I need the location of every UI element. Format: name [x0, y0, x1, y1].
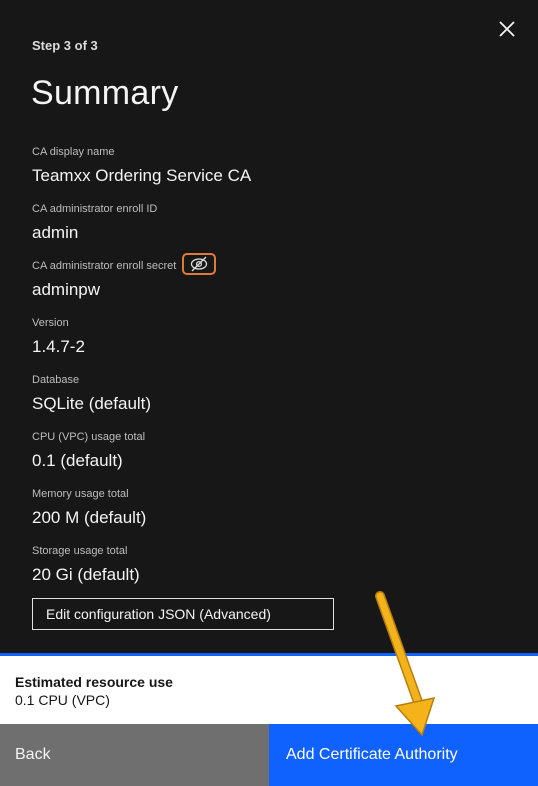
field-memory: Memory usage total 200 M (default) — [32, 487, 492, 544]
field-version: Version 1.4.7-2 — [32, 316, 492, 373]
field-label: Version — [32, 316, 69, 329]
field-enroll-secret: CA administrator enroll secret adminpw — [32, 253, 492, 316]
field-value: 200 M (default) — [32, 508, 147, 527]
field-label: Database — [32, 373, 80, 386]
close-icon — [499, 21, 515, 37]
field-value: adminpw — [32, 280, 101, 299]
close-button[interactable] — [496, 18, 518, 40]
field-display-name: CA display name Teamxx Ordering Service … — [32, 145, 492, 202]
add-ca-button[interactable]: Add Certificate Authority — [269, 724, 538, 786]
field-label: CA display name — [32, 145, 115, 158]
field-value: admin — [32, 223, 79, 242]
resource-value: 0.1 CPU (VPC) — [15, 692, 110, 708]
resource-title: Estimated resource use — [15, 674, 173, 690]
field-label: Memory usage total — [32, 487, 129, 500]
field-value: 1.4.7-2 — [32, 337, 85, 356]
summary-fields: CA display name Teamxx Ordering Service … — [32, 145, 492, 601]
eye-off-icon — [191, 256, 208, 272]
field-cpu: CPU (VPC) usage total 0.1 (default) — [32, 430, 492, 487]
step-indicator: Step 3 of 3 — [32, 38, 98, 53]
side-panel: Step 3 of 3 Summary CA display name Team… — [0, 0, 538, 786]
back-button[interactable]: Back — [0, 724, 269, 786]
field-label: CA administrator enroll secret — [32, 259, 177, 272]
field-value: 20 Gi (default) — [32, 565, 140, 584]
page-title: Summary — [31, 74, 179, 112]
field-label: CA administrator enroll ID — [32, 202, 158, 215]
edit-json-button[interactable]: Edit configuration JSON (Advanced) — [32, 598, 334, 630]
field-label: CPU (VPC) usage total — [32, 430, 146, 443]
field-value: SQLite (default) — [32, 394, 152, 413]
footer-actions: Back Add Certificate Authority — [0, 724, 538, 786]
field-value: 0.1 (default) — [32, 451, 123, 470]
field-database: Database SQLite (default) — [32, 373, 492, 430]
field-storage: Storage usage total 20 Gi (default) — [32, 544, 492, 601]
field-enroll-id: CA administrator enroll ID admin — [32, 202, 492, 259]
show-secret-toggle[interactable] — [182, 253, 217, 275]
field-label: Storage usage total — [32, 544, 128, 557]
resource-estimate: Estimated resource use 0.1 CPU (VPC) — [0, 653, 538, 724]
field-label-row: CA administrator enroll secret — [32, 253, 492, 275]
field-value: Teamxx Ordering Service CA — [32, 166, 252, 185]
